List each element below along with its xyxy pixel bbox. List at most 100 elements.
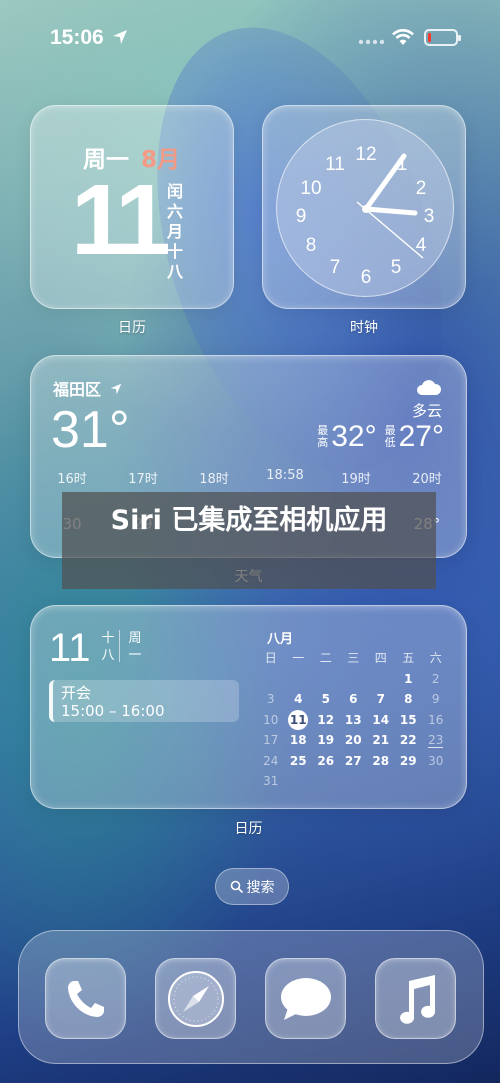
calendar-day-cell xyxy=(340,669,368,690)
calendar-day-cell xyxy=(257,669,285,690)
clock-number: 9 xyxy=(296,206,307,227)
calendar-weekday-header: 四 xyxy=(374,651,387,665)
calendar-day-cell xyxy=(312,771,340,792)
location-arrow-icon xyxy=(113,30,127,44)
calendar-weekday-header: 二 xyxy=(319,651,332,665)
messages-app[interactable] xyxy=(265,958,346,1039)
calendar-day-cell: 18 xyxy=(289,733,307,747)
phone-icon xyxy=(67,980,104,1017)
clock-widget-label: 时钟 xyxy=(350,320,378,336)
clock-hour-hand xyxy=(363,206,418,216)
calendar-day-cell: 24 xyxy=(263,753,279,768)
calendar-day-cell: 7 xyxy=(376,692,385,706)
clock-center xyxy=(362,205,370,213)
calendar-large-widget[interactable]: 11 十 八 周 一 开会 15:00 – 16:00 八月 日一二三四五六12… xyxy=(30,605,467,809)
weather-condition: 多云 xyxy=(411,402,442,420)
calendar-day-cell: 4 xyxy=(294,692,303,706)
hour-time: 18:58 xyxy=(266,468,304,483)
search-button[interactable]: 搜索 xyxy=(215,868,289,905)
calendar-weekday-header: 六 xyxy=(429,651,442,665)
calendar-day-cell: 31 xyxy=(263,774,279,788)
compass-icon xyxy=(167,970,224,1027)
calendar-day-cell xyxy=(422,771,450,792)
event-title: 开会 xyxy=(61,684,92,702)
calendar-day-cell: 26 xyxy=(317,753,335,768)
calendar-day-cell: 11 xyxy=(285,709,313,731)
music-app[interactable] xyxy=(375,958,456,1039)
calendar-weekday-header: 三 xyxy=(347,651,360,665)
lunar-char: 闰 xyxy=(167,182,184,201)
search-icon xyxy=(230,880,243,893)
lunar-char: 八 xyxy=(167,262,184,281)
calendar-day-cell: 17 xyxy=(263,733,279,747)
calendar-weekday-header: 五 xyxy=(402,651,415,665)
calendar-day-cell xyxy=(367,771,395,792)
hour-time: 20时 xyxy=(412,472,442,487)
music-note-icon xyxy=(399,974,435,1024)
weekday-char: 周 xyxy=(128,631,142,646)
news-banner: Siri 已集成至相机应用 xyxy=(62,492,436,589)
lunar-char: 六 xyxy=(167,202,184,221)
calendar-widget-label: 日历 xyxy=(118,320,146,336)
calendar-day-cell xyxy=(367,669,395,690)
weather-high: 32° xyxy=(331,420,377,453)
clock-face: 12 1 2 3 4 5 6 7 8 9 10 11 xyxy=(276,119,454,297)
calendar-day-cell: 16 xyxy=(428,712,444,727)
calendar-day-cell: 10 xyxy=(263,712,279,727)
calendar-widget[interactable]: 周一 8月 11 闰 六 月 十 八 xyxy=(30,105,234,309)
calendar-day-cell xyxy=(340,771,368,792)
calendar-event[interactable]: 开会 15:00 – 16:00 xyxy=(49,680,239,722)
calendar-day-cell: 13 xyxy=(344,712,362,727)
calendar-day-cell: 3 xyxy=(266,692,275,706)
safari-app[interactable] xyxy=(155,958,236,1039)
calendar-day-cell: 29 xyxy=(399,753,417,768)
calendar-day-cell xyxy=(285,669,313,690)
calendar-day-cell: 15 xyxy=(399,712,417,727)
battery-icon xyxy=(424,29,461,46)
weather-high-tag: 最高 xyxy=(317,424,329,449)
wifi-icon xyxy=(392,29,414,45)
status-bar: 15:06 xyxy=(0,0,500,70)
calendar-large-widget-label: 日历 xyxy=(234,821,263,837)
phone-app[interactable] xyxy=(45,958,126,1039)
signal-icon xyxy=(358,39,384,45)
calendar-day-cell: 8 xyxy=(404,692,413,706)
calendar-day-cell: 28 xyxy=(372,753,390,768)
calendar-day-cell xyxy=(312,669,340,690)
clock-number: 6 xyxy=(361,267,372,288)
calendar-day-cell: 5 xyxy=(321,692,330,706)
status-time: 15:06 xyxy=(50,26,104,49)
calendar-large-day: 11 xyxy=(49,626,91,670)
weather-current-temp: 31° xyxy=(51,401,130,459)
calendar-day-cell: 22 xyxy=(399,733,417,747)
hour-time: 19时 xyxy=(341,472,371,487)
weekday-char: 一 xyxy=(128,648,142,663)
calendar-day-cell: 30 xyxy=(428,753,444,768)
calendar-weekday-header: 一 xyxy=(292,651,305,665)
weather-city: 福田区 xyxy=(53,376,122,400)
weather-high-low: 最高 32° 最低 27° xyxy=(317,420,444,454)
hour-time: 16时 xyxy=(57,472,87,487)
calendar-day-cell: 23 xyxy=(428,733,444,748)
calendar-day-cell: 27 xyxy=(344,753,362,768)
calendar-day-cell: 14 xyxy=(372,712,390,727)
calendar-lunar-date: 闰 六 月 十 八 xyxy=(167,182,185,282)
divider xyxy=(119,630,120,662)
calendar-day-cell: 1 xyxy=(404,671,413,686)
calendar-month-title: 八月 xyxy=(267,632,294,647)
calendar-day: 11 xyxy=(71,164,171,276)
clock-widget[interactable]: 12 1 2 3 4 5 6 7 8 9 10 11 xyxy=(262,105,466,309)
calendar-day-cell: 21 xyxy=(372,733,390,747)
weather-low: 27° xyxy=(398,420,444,453)
lunar-char: 月 xyxy=(167,222,184,241)
lunar-char: 十 xyxy=(101,631,115,646)
calendar-day-cell: 19 xyxy=(317,733,335,747)
calendar-month-grid: 日一二三四五六 1 2 3 4 5 6 7 8 9 10 11 12 13 14 15 16 17 18 19 20 21… xyxy=(257,648,450,792)
clock-number: 12 xyxy=(355,144,376,165)
lunar-char: 十 xyxy=(167,242,184,261)
calendar-day-cell: 6 xyxy=(349,692,358,706)
calendar-large-weekday: 周 一 xyxy=(127,630,143,664)
hour-time: 18时 xyxy=(199,472,229,487)
clock-number: 7 xyxy=(330,257,341,278)
hour-time: 17时 xyxy=(128,472,158,487)
